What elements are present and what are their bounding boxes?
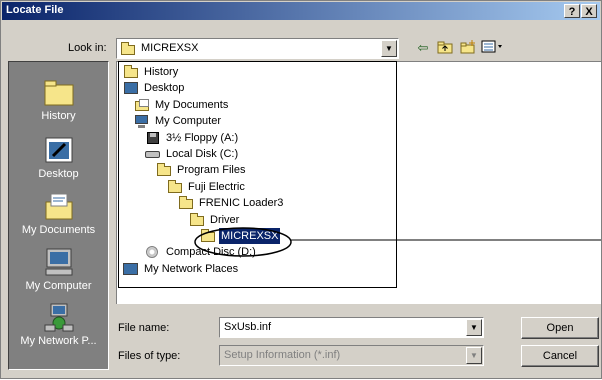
place-my-documents-label: My Documents <box>21 224 96 236</box>
dropdown-item[interactable]: My Computer <box>134 113 223 129</box>
new-folder-icon[interactable] <box>459 40 477 56</box>
place-desktop[interactable]: Desktop <box>9 134 108 180</box>
dropdown-item-label: Program Files <box>177 164 246 177</box>
title-bar[interactable]: Locate File ? X <box>2 2 600 20</box>
file-type-select[interactable]: Setup Information (*.inf) ▼ <box>219 345 484 366</box>
dropdown-item[interactable]: History <box>123 64 180 80</box>
floppy-drive-icon <box>145 131 161 145</box>
dropdown-item[interactable]: Fuji Electric <box>167 179 247 195</box>
dropdown-item-label: My Documents <box>155 98 229 111</box>
folder-icon <box>123 65 139 79</box>
hard-disk-icon <box>145 147 161 161</box>
file-name-input[interactable]: SxUsb.inf ▼ <box>219 317 484 338</box>
dropdown-item[interactable]: 3½ Floppy (A:) <box>145 130 240 146</box>
folder-icon <box>120 42 136 56</box>
file-name-label: File name: <box>118 322 170 334</box>
dropdown-item[interactable]: Driver <box>189 212 241 228</box>
chevron-down-icon[interactable]: ▼ <box>466 347 482 364</box>
open-button[interactable]: Open <box>521 317 599 339</box>
file-type-value: Setup Information (*.inf) <box>224 349 341 361</box>
place-my-documents[interactable]: My Documents <box>9 190 108 236</box>
close-button[interactable]: X <box>581 4 597 18</box>
dropdown-item[interactable]: My Documents <box>134 97 230 113</box>
dropdown-item-label: 3½ Floppy (A:) <box>166 131 239 144</box>
folder-icon <box>189 212 205 227</box>
dropdown-item[interactable]: Compact Disc (D:) <box>145 244 258 260</box>
place-desktop-label: Desktop <box>38 168 79 180</box>
dropdown-item-label: My Network Places <box>144 262 239 275</box>
dropdown-item-label: My Computer <box>155 115 222 128</box>
back-arrow-icon[interactable]: ⇦ <box>414 40 432 56</box>
dropdown-item[interactable]: My Network Places <box>123 261 240 277</box>
place-my-computer-label: My Computer <box>25 280 92 292</box>
file-type-label: Files of type: <box>118 350 181 362</box>
folder-icon <box>156 163 172 177</box>
folder-icon <box>200 229 216 243</box>
places-bar: History Desktop My Documents My Computer… <box>8 61 109 370</box>
cd-drive-icon <box>145 245 161 259</box>
dropdown-item-label: Driver <box>210 213 240 226</box>
dropdown-item[interactable]: Program Files <box>156 162 247 178</box>
dropdown-item-label: MICREXSX <box>217 227 282 245</box>
network-places-icon <box>123 262 139 276</box>
cancel-button[interactable]: Cancel <box>521 345 599 367</box>
views-menu-icon[interactable] <box>481 40 505 56</box>
dropdown-item-label: Fuji Electric <box>188 180 245 193</box>
dropdown-item[interactable]: Local Disk (C:) <box>145 146 240 162</box>
my-computer-icon <box>43 246 75 278</box>
folder-icon <box>178 196 194 210</box>
my-documents-icon <box>43 190 75 222</box>
look-in-select[interactable]: MICREXSX ▼ <box>116 38 399 59</box>
desktop-icon <box>43 134 75 166</box>
network-places-icon <box>43 301 75 333</box>
place-my-network[interactable]: My Network P... <box>9 301 108 347</box>
chevron-down-icon[interactable]: ▼ <box>381 40 397 57</box>
my-documents-icon <box>134 98 150 112</box>
look-in-value: MICREXSX <box>141 42 199 54</box>
dropdown-item-label: Desktop <box>144 82 185 95</box>
dropdown-item[interactable]: Desktop <box>123 80 186 96</box>
dropdown-item-label: Local Disk (C:) <box>166 148 239 160</box>
desktop-icon <box>123 81 139 95</box>
look-in-label: Look in: <box>68 42 107 54</box>
window-title: Locate File <box>6 4 64 16</box>
place-history[interactable]: History <box>9 76 108 122</box>
dropdown-item-label: FRENIC Loader3 <box>199 197 284 210</box>
up-folder-icon[interactable] <box>436 40 454 56</box>
locate-file-dialog: Locate File ? X Look in: MICREXSX ▼ ⇦ Hi… <box>0 0 602 379</box>
help-button[interactable]: ? <box>564 4 580 18</box>
chevron-down-icon[interactable]: ▼ <box>466 319 482 336</box>
dropdown-item-label: Compact Disc (D:) <box>166 246 256 259</box>
file-name-value: SxUsb.inf <box>224 321 272 333</box>
look-in-dropdown-list: History Desktop My Documents My Computer 3½ … <box>118 61 397 288</box>
dropdown-item[interactable]: FRENIC Loader3 <box>178 195 285 211</box>
history-folder-icon <box>43 76 75 108</box>
place-my-computer[interactable]: My Computer <box>9 246 108 292</box>
dropdown-item[interactable]: MICREXSX <box>200 227 282 245</box>
my-computer-icon <box>134 114 150 129</box>
place-my-network-label: My Network P... <box>20 335 97 347</box>
dropdown-item-label: History <box>144 66 179 78</box>
folder-icon <box>167 179 183 194</box>
place-history-label: History <box>41 110 76 122</box>
